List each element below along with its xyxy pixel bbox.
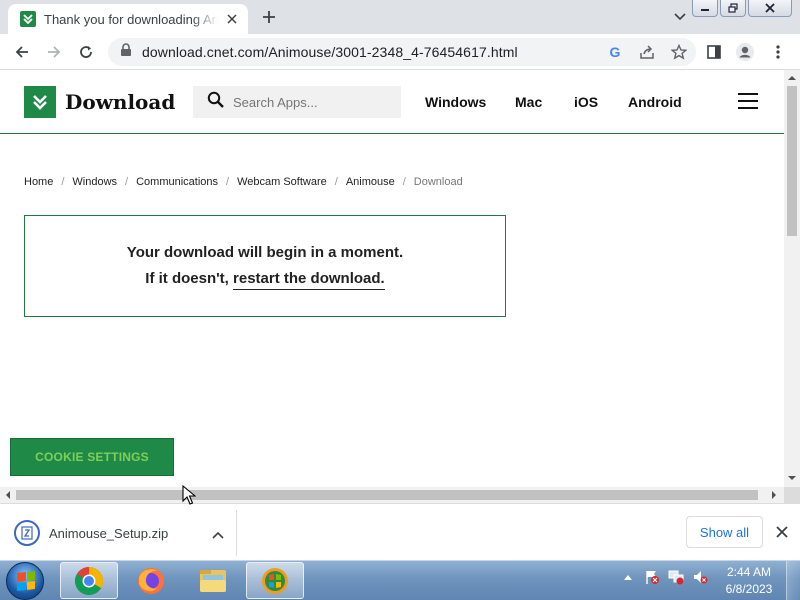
breadcrumb-separator: / bbox=[61, 176, 65, 188]
download-shelf: Animouse_Setup.zip Show all bbox=[0, 503, 800, 560]
restore-button[interactable] bbox=[720, 0, 746, 17]
site-search-input[interactable] bbox=[233, 94, 393, 110]
breadcrumb-item[interactable]: Webcam Software bbox=[237, 176, 327, 188]
profile-avatar-icon[interactable] bbox=[733, 40, 757, 64]
download-message: Your download will begin in a moment. bbox=[126, 244, 404, 261]
nav-ios[interactable]: iOS bbox=[574, 94, 598, 110]
new-tab-button[interactable] bbox=[258, 6, 280, 28]
close-download-shelf-icon[interactable] bbox=[772, 522, 792, 542]
horizontal-scroll-thumb[interactable] bbox=[16, 490, 758, 500]
vertical-scrollbar[interactable] bbox=[784, 70, 800, 487]
site-logo[interactable]: Download bbox=[24, 86, 175, 118]
nav-windows[interactable]: Windows bbox=[425, 94, 486, 110]
scroll-right-arrow-icon[interactable] bbox=[770, 491, 778, 499]
action-center-flag-icon[interactable] bbox=[644, 569, 660, 585]
nav-mac[interactable]: Mac bbox=[515, 94, 542, 110]
restart-prefix: If it doesn't, bbox=[145, 270, 229, 287]
taskbar-clock[interactable]: 2:44 AM 6/8/2023 bbox=[718, 564, 780, 598]
scroll-left-arrow-icon[interactable] bbox=[4, 491, 12, 499]
breadcrumb-separator: / bbox=[226, 176, 230, 188]
bookmark-star-icon[interactable] bbox=[670, 43, 688, 61]
windows-logo-icon bbox=[17, 571, 35, 591]
show-all-downloads-button[interactable]: Show all bbox=[686, 516, 763, 548]
breadcrumb-item[interactable]: Windows bbox=[72, 176, 117, 188]
chevron-up-icon[interactable] bbox=[212, 526, 224, 544]
back-button[interactable] bbox=[10, 40, 34, 64]
network-icon[interactable] bbox=[668, 569, 684, 585]
scroll-up-arrow-icon[interactable] bbox=[788, 74, 796, 82]
breadcrumb-item[interactable]: Home bbox=[24, 176, 53, 188]
browser-tab[interactable]: Thank you for downloading Animouse bbox=[8, 4, 248, 34]
share-icon[interactable] bbox=[638, 43, 656, 61]
mouse-cursor-icon bbox=[182, 485, 196, 505]
breadcrumb-separator: / bbox=[402, 176, 406, 188]
clock-time: 2:44 AM bbox=[726, 565, 772, 579]
reload-button[interactable] bbox=[74, 40, 98, 64]
download-logo-icon bbox=[24, 86, 56, 118]
clock-date: 6/8/2023 bbox=[725, 582, 773, 596]
download-file-name: Animouse_Setup.zip bbox=[49, 525, 169, 541]
site-search-box[interactable] bbox=[193, 86, 401, 118]
horizontal-scrollbar[interactable] bbox=[0, 487, 784, 503]
minimize-button[interactable] bbox=[692, 0, 718, 17]
breadcrumb-separator: / bbox=[334, 176, 338, 188]
address-bar[interactable]: download.cnet.com/Animouse/3001-2348_4-7… bbox=[108, 38, 696, 66]
nav-android[interactable]: Android bbox=[628, 94, 682, 110]
shelf-divider bbox=[236, 510, 237, 556]
cookie-settings-button[interactable]: COOKIE SETTINGS bbox=[10, 438, 174, 476]
browser-menu-icon[interactable] bbox=[766, 40, 790, 64]
close-window-button[interactable] bbox=[748, 0, 792, 17]
download-item[interactable]: Animouse_Setup.zip bbox=[14, 518, 230, 548]
breadcrumb: Home / Windows / Communications / Webcam… bbox=[24, 176, 463, 188]
breadcrumb-item[interactable]: Animouse bbox=[346, 176, 395, 188]
tab-close-icon[interactable] bbox=[224, 11, 240, 27]
google-translate-glyph: G bbox=[609, 44, 621, 60]
show-desktop-button[interactable] bbox=[786, 561, 800, 600]
download-message-box: Your download will begin in a moment. If… bbox=[24, 215, 506, 317]
hamburger-menu-icon[interactable] bbox=[738, 93, 758, 109]
windows-taskbar: 2:44 AM 6/8/2023 bbox=[0, 560, 800, 600]
download-site-favicon-icon bbox=[20, 11, 36, 27]
vertical-scroll-thumb[interactable] bbox=[787, 86, 797, 236]
scroll-down-arrow-icon[interactable] bbox=[788, 474, 796, 482]
zip-file-icon bbox=[14, 520, 40, 546]
site-header: Download Windows Mac iOS Android bbox=[0, 70, 784, 134]
window-controls bbox=[692, 0, 792, 17]
chrome-icon[interactable] bbox=[60, 562, 118, 599]
url-text: download.cnet.com/Animouse/3001-2348_4-7… bbox=[142, 44, 518, 60]
firefox-icon[interactable] bbox=[122, 562, 180, 599]
file-explorer-icon[interactable] bbox=[184, 562, 242, 599]
side-panel-icon[interactable] bbox=[702, 40, 726, 64]
show-hidden-icons-icon[interactable] bbox=[620, 569, 636, 585]
system-tray bbox=[620, 569, 708, 585]
breadcrumb-current: Download bbox=[413, 176, 463, 188]
breadcrumb-item[interactable]: Communications bbox=[136, 176, 218, 188]
google-translate-icon[interactable]: G bbox=[606, 43, 624, 61]
site-logo-text: Download bbox=[65, 90, 176, 114]
lock-icon[interactable] bbox=[120, 42, 132, 62]
volume-muted-icon[interactable] bbox=[692, 569, 708, 585]
tab-title: Thank you for downloading Animouse bbox=[44, 11, 218, 27]
tab-search-chevron-icon[interactable] bbox=[670, 8, 690, 26]
search-icon[interactable] bbox=[207, 91, 225, 114]
browser-toolbar: download.cnet.com/Animouse/3001-2348_4-7… bbox=[0, 34, 800, 70]
start-button[interactable] bbox=[6, 562, 44, 600]
windows-media-icon[interactable] bbox=[246, 562, 304, 599]
browser-tab-strip: Thank you for downloading Animouse bbox=[0, 0, 800, 34]
restart-line: If it doesn't, restart the download. bbox=[25, 270, 505, 290]
web-page: Download Windows Mac iOS Android Home / … bbox=[0, 70, 784, 487]
scrollbar-corner bbox=[784, 487, 800, 503]
restart-download-link[interactable]: restart the download. bbox=[233, 270, 385, 290]
breadcrumb-separator: / bbox=[125, 176, 129, 188]
forward-button[interactable] bbox=[42, 40, 66, 64]
